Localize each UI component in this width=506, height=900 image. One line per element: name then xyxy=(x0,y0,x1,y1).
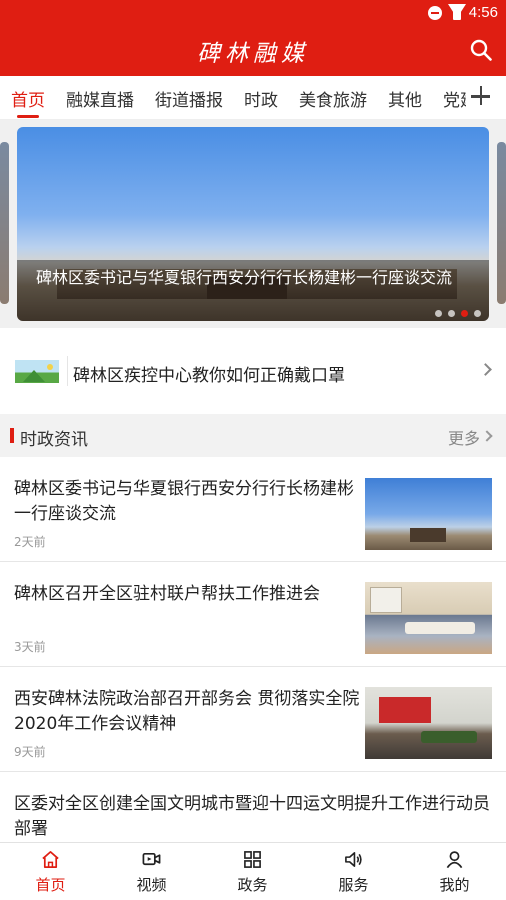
news-title: 碑林区委书记与华夏银行西安分行行长杨建彬一行座谈交流 xyxy=(14,479,354,524)
nav-government-label: 政务 xyxy=(237,876,268,894)
news-item[interactable]: 西安碑林法院政治部召开部务会 贯彻落实全院2020年工作会议精神 9天前 xyxy=(0,667,506,772)
banner-carousel: 碑林区委书记与华夏银行西安分行行长杨建彬一行座谈交流 xyxy=(0,120,506,328)
nav-government[interactable]: 政务 xyxy=(202,843,303,900)
app-header: 4:56 碑林融媒 xyxy=(0,0,506,76)
banner-caption: 碑林区委书记与华夏银行西安分行行长杨建彬一行座谈交流 xyxy=(17,260,489,321)
news-time: 2天前 xyxy=(14,535,46,549)
status-time: 4:56 xyxy=(468,4,498,21)
banner-caption-text: 碑林区委书记与华夏银行西安分行行长杨建彬一行座谈交流 xyxy=(36,268,453,287)
news-title: 西安碑林法院政治部召开部务会 贯彻落实全院2020年工作会议精神 xyxy=(14,689,360,734)
nav-video-label: 视频 xyxy=(136,876,167,894)
image-placeholder-icon xyxy=(15,360,59,383)
carousel-dot-active[interactable] xyxy=(461,310,468,317)
next-slide-peek[interactable] xyxy=(497,142,506,304)
nav-profile[interactable]: 我的 xyxy=(404,843,505,900)
section-marker xyxy=(10,428,14,443)
section-header: 时政资讯 更多 xyxy=(0,414,506,457)
app-logo: 碑林融媒 xyxy=(197,41,309,67)
section-title: 时政资讯 xyxy=(20,430,88,450)
prev-slide-peek[interactable] xyxy=(0,142,9,304)
news-title: 碑林区召开全区驻村联户帮扶工作推进会 xyxy=(14,584,320,604)
tab-live[interactable]: 融媒直播 xyxy=(66,86,134,111)
news-title: 区委对全区创建全国文明城市暨迎十四运文明提升工作进行动员部署 xyxy=(14,794,490,839)
news-item[interactable]: 区委对全区创建全国文明城市暨迎十四运文明提升工作进行动员部署 xyxy=(0,772,506,842)
news-item[interactable]: 碑林区委书记与华夏银行西安分行行长杨建彬一行座谈交流 2天前 xyxy=(0,457,506,562)
nav-service-label: 服务 xyxy=(338,876,369,894)
nav-video[interactable]: 视频 xyxy=(101,843,202,900)
tab-politics[interactable]: 时政 xyxy=(244,86,278,111)
video-icon xyxy=(142,852,161,866)
news-thumbnail xyxy=(365,687,492,759)
news-thumbnail xyxy=(365,478,492,550)
grid-icon xyxy=(244,851,261,868)
tab-home[interactable]: 首页 xyxy=(11,86,45,111)
chevron-right-icon[interactable] xyxy=(481,430,493,442)
notice-text: 碑林区疾控中心教你如何正确戴口罩 xyxy=(73,366,345,386)
notice-row[interactable]: 碑林区疾控中心教你如何正确戴口罩 xyxy=(0,328,506,414)
search-icon[interactable] xyxy=(470,39,492,61)
do-not-disturb-icon xyxy=(428,6,442,20)
news-thumbnail xyxy=(365,582,492,654)
add-channel-icon[interactable] xyxy=(470,84,492,110)
carousel-dot[interactable] xyxy=(435,310,442,317)
nav-service[interactable]: 服务 xyxy=(303,843,404,900)
banner-slide[interactable]: 碑林区委书记与华夏银行西安分行行长杨建彬一行座谈交流 xyxy=(17,127,489,321)
active-tab-indicator xyxy=(17,115,39,118)
battery-icon xyxy=(453,5,461,20)
user-icon xyxy=(446,851,463,869)
more-link[interactable]: 更多 xyxy=(448,425,480,449)
chevron-right-icon xyxy=(479,363,492,376)
bottom-navigation: 首页 视频 政务 服务 我的 xyxy=(0,842,506,900)
channel-tabs: 首页 融媒直播 街道播报 时政 美食旅游 其他 党建 xyxy=(0,76,506,120)
carousel-dot[interactable] xyxy=(448,310,455,317)
nav-home[interactable]: 首页 xyxy=(0,843,101,900)
news-item[interactable]: 碑林区召开全区驻村联户帮扶工作推进会 3天前 xyxy=(0,562,506,667)
tab-other[interactable]: 其他 xyxy=(388,86,422,111)
carousel-dots xyxy=(429,302,481,317)
news-time: 3天前 xyxy=(14,640,46,654)
tab-street-news[interactable]: 街道播报 xyxy=(155,86,223,111)
home-icon xyxy=(42,851,59,868)
tab-food-travel[interactable]: 美食旅游 xyxy=(299,86,367,111)
news-time: 9天前 xyxy=(14,745,46,759)
carousel-dot[interactable] xyxy=(474,310,481,317)
nav-home-label: 首页 xyxy=(35,876,66,894)
status-bar: 4:56 xyxy=(0,0,506,26)
divider xyxy=(67,356,68,386)
nav-profile-label: 我的 xyxy=(439,876,470,894)
speaker-icon xyxy=(345,852,362,867)
